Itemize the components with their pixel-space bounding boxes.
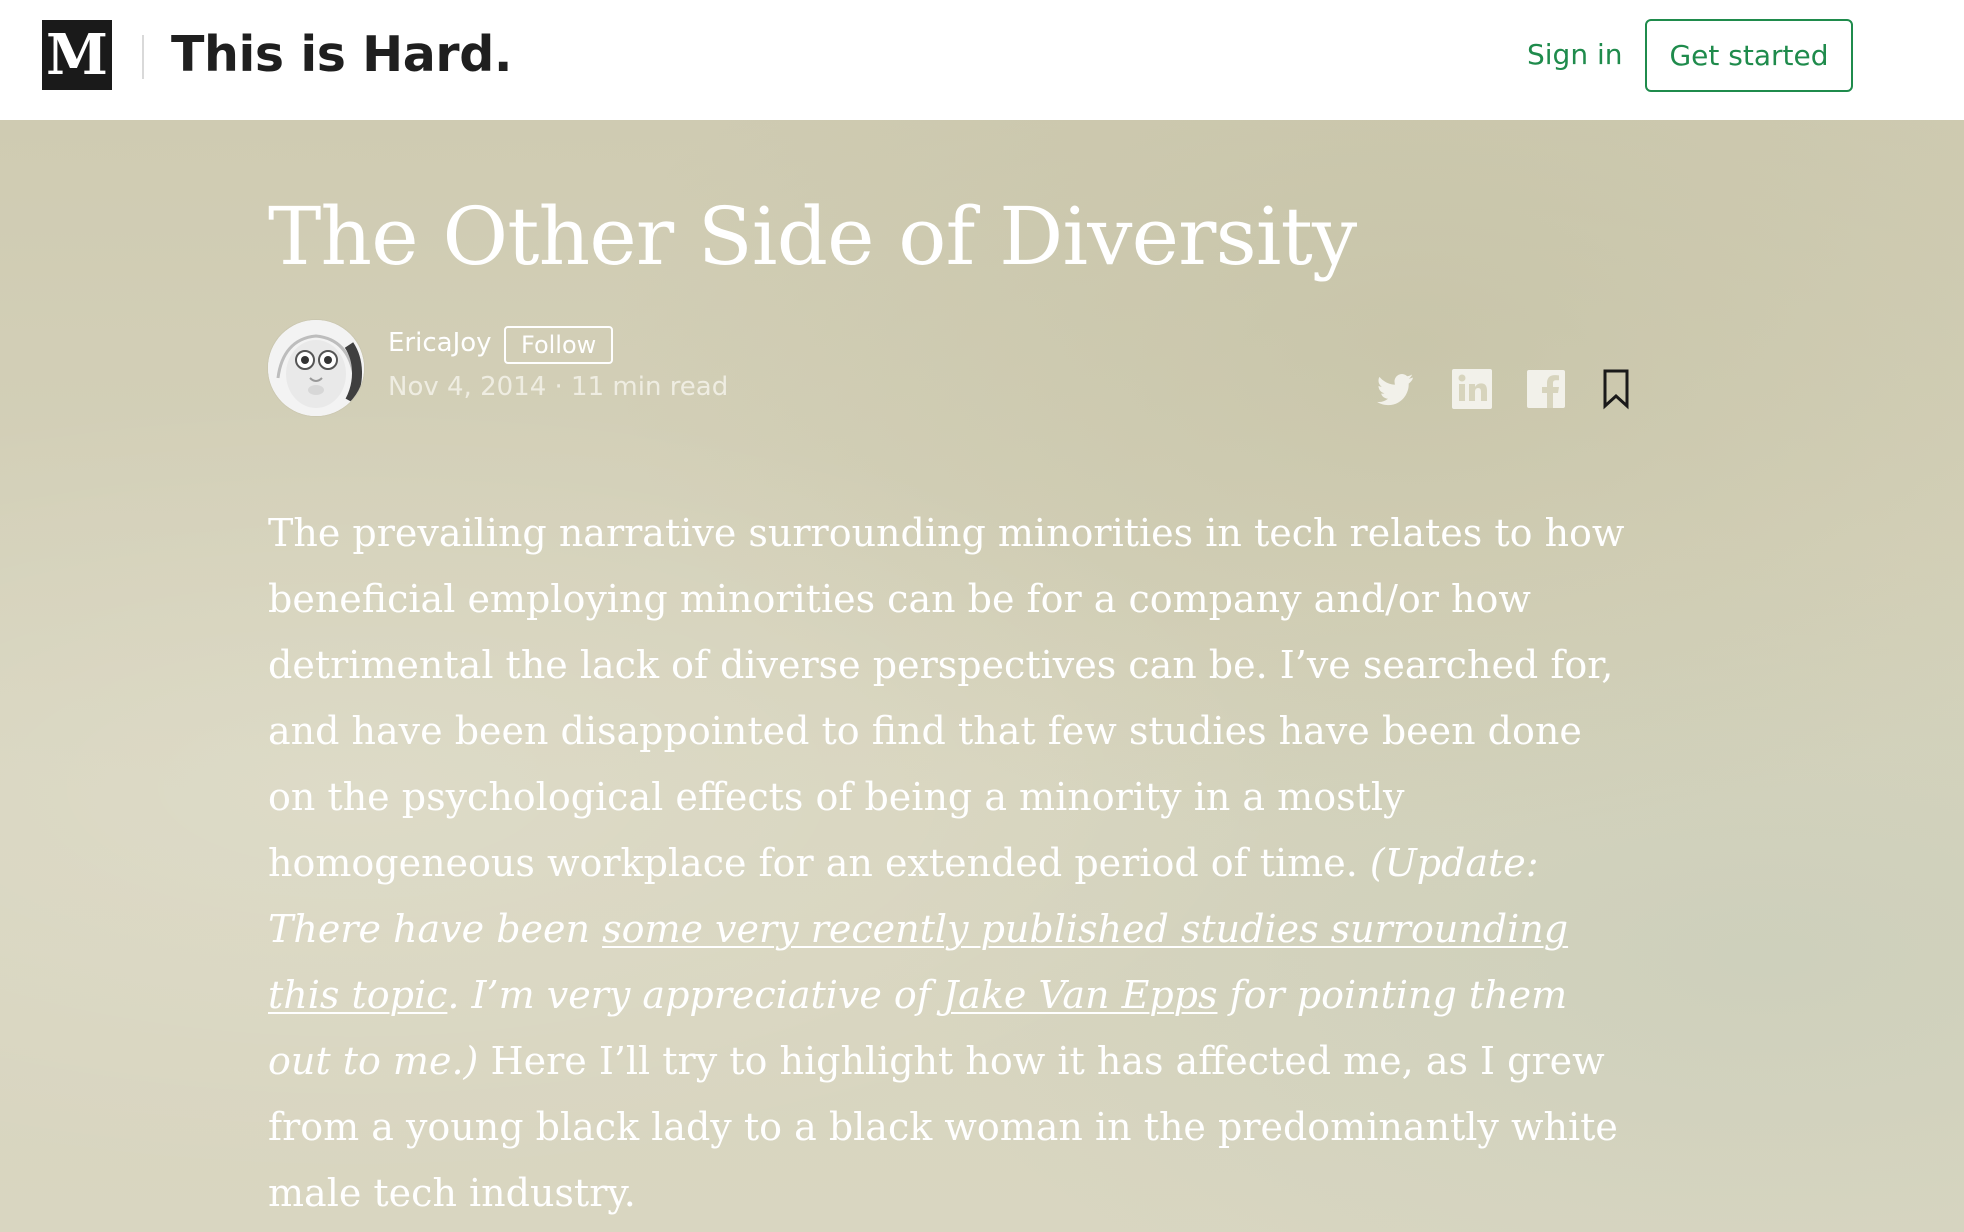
medium-logo[interactable]: M bbox=[42, 20, 112, 90]
twitter-icon[interactable] bbox=[1373, 367, 1417, 411]
linkedin-icon[interactable] bbox=[1450, 367, 1494, 411]
facebook-icon[interactable] bbox=[1524, 367, 1568, 411]
article-body: The prevailing narrative surrounding min… bbox=[268, 500, 1640, 1226]
article-title: The Other Side of Diversity bbox=[268, 190, 1357, 283]
bookmark-icon-shape bbox=[1603, 369, 1629, 410]
follow-button[interactable]: Follow bbox=[504, 326, 614, 364]
author-name-link[interactable]: EricaJoy bbox=[388, 326, 492, 360]
top-navigation: M This is Hard. Sign in Get started bbox=[0, 0, 1964, 120]
twitter-icon-shape bbox=[1377, 373, 1413, 406]
author-avatar[interactable] bbox=[268, 320, 364, 416]
article-meta: Nov 4, 2014 · 11 min read bbox=[388, 370, 728, 404]
get-started-button[interactable]: Get started bbox=[1645, 19, 1853, 92]
publication-title[interactable]: This is Hard. bbox=[171, 22, 512, 88]
update-middle-text: . I’m very appreciative of bbox=[447, 973, 943, 1017]
facebook-icon-shape bbox=[1527, 370, 1565, 408]
linkedin-icon-shape bbox=[1452, 369, 1492, 409]
sign-in-link[interactable]: Sign in bbox=[1527, 33, 1623, 77]
bookmark-icon[interactable] bbox=[1594, 367, 1638, 411]
header-divider bbox=[142, 35, 144, 79]
avatar-face-icon bbox=[268, 320, 364, 416]
article-hero: The Other Side of Diversity EricaJoy Fol… bbox=[0, 120, 1964, 1232]
publish-date: Nov 4, 2014 bbox=[388, 372, 547, 402]
paragraph-intro: The prevailing narrative surrounding min… bbox=[268, 511, 1625, 885]
meta-separator: · bbox=[546, 372, 572, 402]
article-paragraph: The prevailing narrative surrounding min… bbox=[268, 500, 1640, 1226]
jake-van-epps-link[interactable]: Jake Van Epps bbox=[943, 973, 1218, 1017]
read-time: 11 min read bbox=[571, 372, 729, 402]
